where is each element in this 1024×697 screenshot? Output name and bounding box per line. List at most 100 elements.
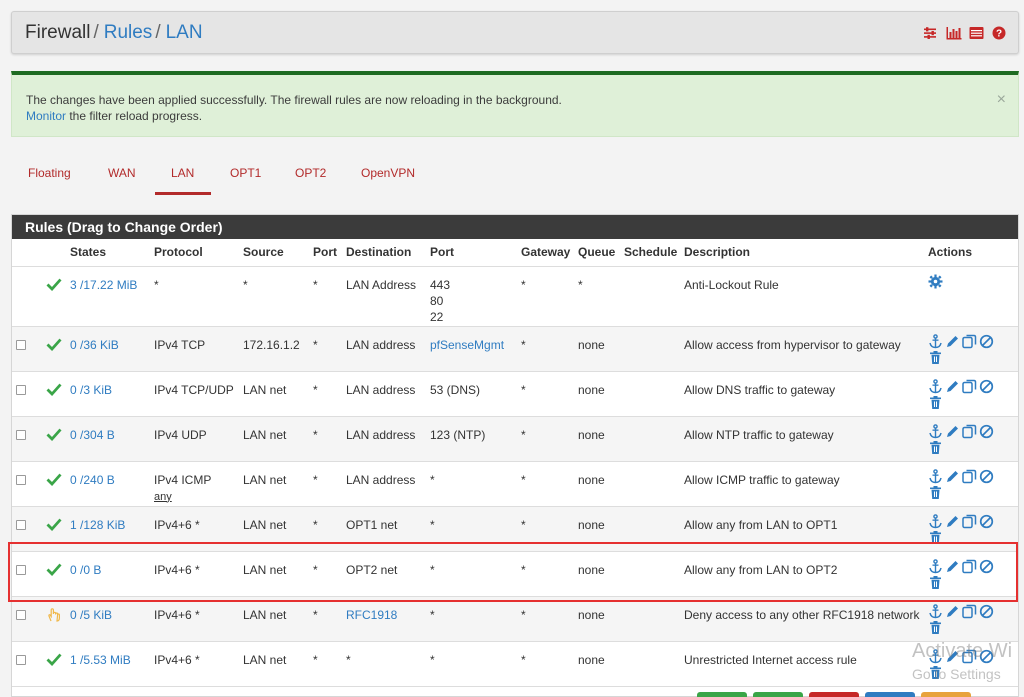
check-icon[interactable] [46, 428, 62, 444]
anchor-icon[interactable] [928, 378, 943, 394]
tab-opt2[interactable]: OPT2 [295, 166, 326, 180]
trash-icon[interactable] [928, 395, 943, 410]
table-row[interactable]: 0 /36 KiB IPv4 TCP 172.16.1.2 * LAN address p… [12, 326, 1018, 372]
list-icon[interactable] [969, 26, 984, 40]
separator-button-partial[interactable] [921, 692, 971, 697]
ban-icon[interactable] [979, 604, 994, 619]
states-link[interactable]: 0 /0 B [70, 563, 101, 577]
col-source-port[interactable]: Port [309, 239, 342, 267]
check-icon[interactable] [46, 653, 62, 669]
states-link[interactable]: 1 /5.53 MiB [70, 653, 131, 667]
ban-icon[interactable] [979, 379, 994, 394]
trash-icon[interactable] [928, 575, 943, 590]
ban-icon[interactable] [979, 514, 994, 529]
anchor-icon[interactable] [928, 468, 943, 484]
ban-icon[interactable] [979, 424, 994, 439]
row-checkbox[interactable] [16, 564, 26, 575]
table-row[interactable]: 3 /17.22 MiB * * * LAN Address 443 80 22 * * Ant… [12, 266, 1018, 327]
help-icon[interactable]: ? [992, 26, 1006, 40]
dest-port-value[interactable]: pfSenseMgmt [430, 338, 504, 352]
copy-icon[interactable] [962, 379, 977, 394]
states-link[interactable]: 0 /3 KiB [70, 383, 112, 397]
breadcrumb-lan-link[interactable]: LAN [166, 22, 203, 43]
row-checkbox[interactable] [16, 339, 26, 350]
check-icon[interactable] [46, 563, 62, 579]
tab-wan[interactable]: WAN [108, 166, 136, 180]
add-button-partial[interactable] [753, 692, 803, 697]
ban-icon[interactable] [979, 559, 994, 574]
col-protocol[interactable]: Protocol [150, 239, 239, 267]
ban-icon[interactable] [979, 334, 994, 349]
states-link[interactable]: 3 /17.22 MiB [70, 278, 137, 292]
anchor-icon[interactable] [928, 603, 943, 619]
pencil-icon[interactable] [945, 559, 960, 574]
pencil-icon[interactable] [945, 604, 960, 619]
pencil-icon[interactable] [945, 379, 960, 394]
ban-icon[interactable] [979, 649, 994, 664]
copy-icon[interactable] [962, 514, 977, 529]
tab-floating[interactable]: Floating [28, 166, 71, 180]
col-gateway[interactable]: Gateway [517, 239, 574, 267]
table-row[interactable]: 1 /5.53 MiB IPv4+6 * LAN net * * * * none Unrest… [12, 641, 1018, 687]
trash-icon[interactable] [928, 440, 943, 455]
anchor-icon[interactable] [928, 333, 943, 349]
table-row[interactable]: 0 /0 B IPv4+6 * LAN net * OPT2 net * * none Allo… [12, 551, 1018, 597]
states-link[interactable]: 0 /36 KiB [70, 338, 119, 352]
check-icon[interactable] [46, 278, 62, 294]
pencil-icon[interactable] [945, 514, 960, 529]
trash-icon[interactable] [928, 665, 943, 680]
copy-icon[interactable] [962, 559, 977, 574]
copy-icon[interactable] [962, 604, 977, 619]
states-link[interactable]: 0 /5 KiB [70, 608, 112, 622]
copy-icon[interactable] [962, 334, 977, 349]
states-link[interactable]: 0 /304 B [70, 428, 115, 442]
table-row[interactable]: 0 /240 B IPv4 ICMP any LAN net * LAN address *… [12, 461, 1018, 507]
check-icon[interactable] [46, 518, 62, 534]
anchor-icon[interactable] [928, 558, 943, 574]
trash-icon[interactable] [928, 530, 943, 545]
copy-icon[interactable] [962, 469, 977, 484]
table-row[interactable]: 0 /3 KiB IPv4 TCP/UDP LAN net * LAN address 5… [12, 371, 1018, 417]
check-icon[interactable] [46, 383, 62, 399]
table-row[interactable]: 1 /128 KiB IPv4+6 * LAN net * OPT1 net * * none… [12, 506, 1018, 552]
pencil-icon[interactable] [945, 424, 960, 439]
row-checkbox[interactable] [16, 474, 26, 485]
row-checkbox[interactable] [16, 429, 26, 440]
check-icon[interactable] [46, 473, 62, 489]
row-checkbox[interactable] [16, 654, 26, 665]
gear-icon[interactable] [928, 274, 943, 289]
check-icon[interactable] [46, 338, 62, 354]
alert-close-button[interactable]: × [997, 91, 1006, 109]
ban-icon[interactable] [979, 469, 994, 484]
anchor-icon[interactable] [928, 513, 943, 529]
trash-icon[interactable] [928, 485, 943, 500]
anchor-icon[interactable] [928, 423, 943, 439]
col-states[interactable]: States [66, 239, 150, 267]
delete-button-partial[interactable] [809, 692, 859, 697]
sliders-icon[interactable] [923, 26, 937, 40]
col-destination[interactable]: Destination [342, 239, 426, 267]
copy-icon[interactable] [962, 649, 977, 664]
col-queue[interactable]: Queue [574, 239, 620, 267]
tab-lan[interactable]: LAN [171, 166, 194, 180]
col-schedule[interactable]: Schedule [620, 239, 680, 267]
tab-openvpn[interactable]: OpenVPN [361, 166, 415, 180]
states-link[interactable]: 0 /240 B [70, 473, 115, 487]
col-description[interactable]: Description [680, 239, 924, 267]
table-row[interactable]: 0 /304 B IPv4 UDP LAN net * LAN address 123 (… [12, 416, 1018, 462]
col-dest-port[interactable]: Port [426, 239, 517, 267]
col-source[interactable]: Source [239, 239, 309, 267]
states-link[interactable]: 1 /128 KiB [70, 518, 125, 532]
monitor-link[interactable]: Monitor [26, 109, 66, 123]
pencil-icon[interactable] [945, 649, 960, 664]
table-row[interactable]: 0 /5 KiB IPv4+6 * LAN net * RFC1918 * * none Den… [12, 596, 1018, 642]
icmp-type-link[interactable]: any [154, 491, 172, 503]
trash-icon[interactable] [928, 350, 943, 365]
row-checkbox[interactable] [16, 609, 26, 620]
row-checkbox[interactable] [16, 384, 26, 395]
pencil-icon[interactable] [945, 334, 960, 349]
row-checkbox[interactable] [16, 519, 26, 530]
save-button-partial[interactable] [697, 692, 747, 697]
copy-icon[interactable] [962, 424, 977, 439]
anchor-icon[interactable] [928, 648, 943, 664]
